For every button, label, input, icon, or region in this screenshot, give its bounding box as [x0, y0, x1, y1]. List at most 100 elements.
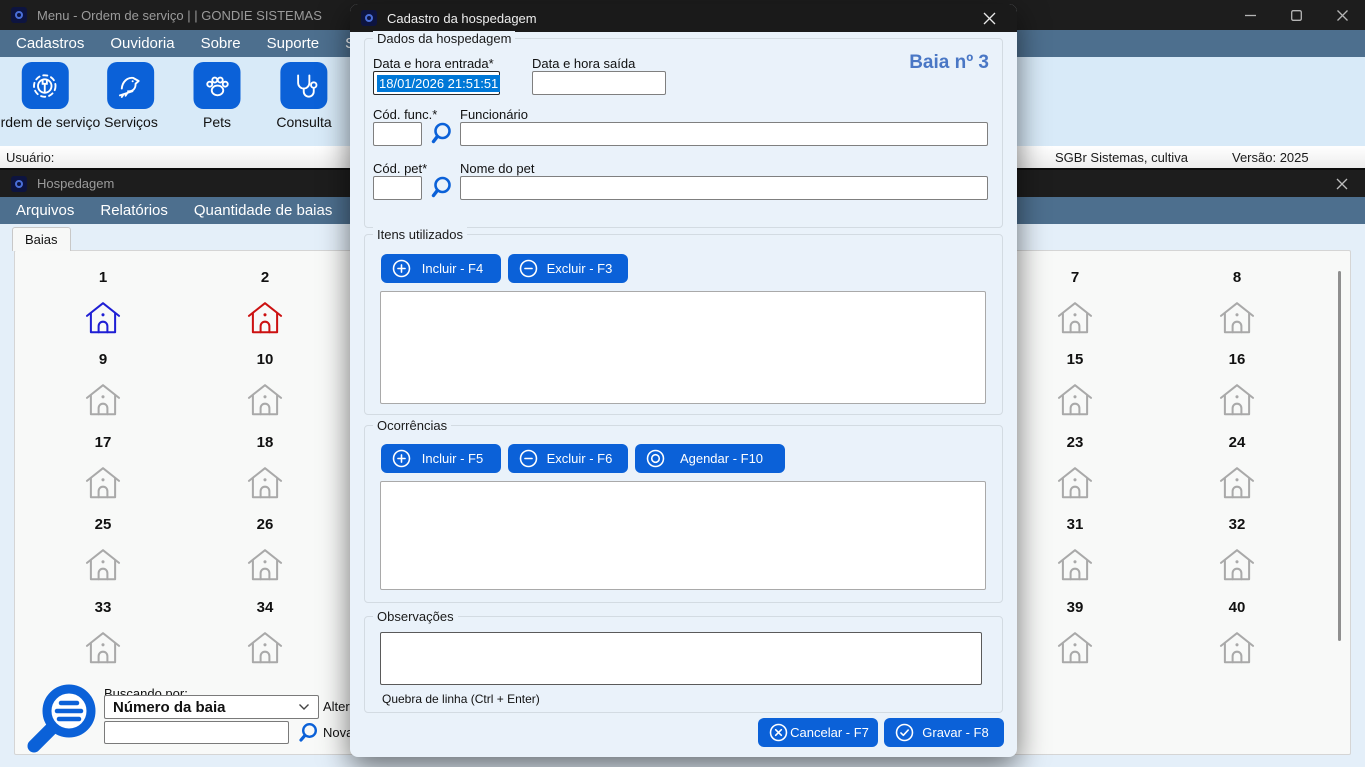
dialog-footer-buttons: Cancelar - F7 Gravar - F8: [758, 718, 1004, 747]
shortcut-consulta[interactable]: Consulta: [276, 62, 331, 130]
search-button[interactable]: [296, 721, 320, 745]
bay-39[interactable]: 39: [1019, 599, 1131, 681]
house-icon: [84, 382, 122, 418]
cod-pet-input[interactable]: [373, 176, 422, 200]
house-icon: [1056, 547, 1094, 583]
itens-listbox[interactable]: [380, 291, 986, 404]
bays-grid-left: 1 2 9 10 17 18 25 26 33 34: [47, 269, 321, 681]
bay-34[interactable]: 34: [209, 599, 321, 681]
funcionario-input[interactable]: [460, 122, 988, 146]
bay-40[interactable]: 40: [1181, 599, 1293, 681]
bay-number: 1: [99, 269, 107, 287]
house-icon: [1218, 547, 1256, 583]
bay-18[interactable]: 18: [209, 434, 321, 516]
bay-23[interactable]: 23: [1019, 434, 1131, 516]
magnifier-icon: [296, 721, 320, 745]
tab-baias[interactable]: Baias: [12, 227, 71, 251]
observacoes-textarea[interactable]: [380, 632, 982, 685]
menu-item-arquivos[interactable]: Arquivos: [3, 197, 87, 224]
house-icon: [1218, 465, 1256, 501]
bay-number: 9: [99, 351, 107, 369]
house-icon: [84, 630, 122, 666]
button-cancelar-f7[interactable]: Cancelar - F7: [758, 718, 878, 747]
saida-input[interactable]: [532, 71, 666, 95]
minus-circle-icon: [518, 448, 539, 469]
bay-8[interactable]: 8: [1181, 269, 1293, 351]
menu-item-quantidade-de-baias[interactable]: Quantidade de baias: [181, 197, 345, 224]
search-area: Buscando por: Número da baia Altera Nova: [15, 681, 365, 756]
window-controls: [1319, 170, 1365, 197]
entrada-input[interactable]: 18/01/2026 21:51:51: [373, 71, 500, 95]
hospedagem-title: Hospedagem: [37, 176, 114, 191]
house-icon: [1218, 300, 1256, 336]
dialog-titlebar: Cadastro da hospedagem: [350, 4, 1017, 32]
shortcut-ordem-de-servico[interactable]: Ordem de serviço: [0, 62, 100, 130]
bay-16[interactable]: 16: [1181, 351, 1293, 433]
bay-33[interactable]: 33: [47, 599, 159, 681]
baia-number-label: Baia nº 3: [909, 52, 989, 74]
shortcut-pets[interactable]: Pets: [194, 62, 241, 130]
search-input[interactable]: [104, 721, 289, 744]
house-icon: [246, 465, 284, 501]
bay-25[interactable]: 25: [47, 516, 159, 598]
group-dados-legend: Dados da hospedagem: [373, 31, 515, 46]
bay-15[interactable]: 15: [1019, 351, 1131, 433]
desktop: Menu - Ordem de serviço | | GONDIE SISTE…: [0, 0, 1365, 767]
plus-circle-icon: [391, 258, 412, 279]
minimize-icon[interactable]: [1227, 0, 1273, 30]
bay-26[interactable]: 26: [209, 516, 321, 598]
button-incluir-f5[interactable]: Incluir - F5: [381, 444, 501, 473]
bay-number: 24: [1229, 434, 1246, 452]
bay-number: 2: [261, 269, 269, 287]
cod-func-input[interactable]: [373, 122, 422, 146]
bay-number: 8: [1233, 269, 1241, 287]
vertical-scrollbar[interactable]: [1338, 271, 1341, 641]
maximize-icon[interactable]: [1273, 0, 1319, 30]
paw-icon: [194, 62, 241, 109]
chevron-down-icon: [298, 703, 310, 711]
bay-number: 31: [1067, 516, 1084, 534]
search-type-select[interactable]: Número da baia: [104, 695, 319, 719]
window-controls: [1227, 0, 1365, 30]
ocorrencias-listbox[interactable]: [380, 481, 986, 590]
plus-circle-icon: [391, 448, 412, 469]
button-label: Gravar - F8: [915, 725, 996, 740]
bay-9[interactable]: 9: [47, 351, 159, 433]
button-gravar-f8[interactable]: Gravar - F8: [884, 718, 1004, 747]
bay-1[interactable]: 1: [47, 269, 159, 351]
button-excluir-f3[interactable]: Excluir - F3: [508, 254, 628, 283]
button-label: Incluir - F5: [412, 451, 493, 466]
bays-grid-right: 7 8 15 16 23 24 31 32 39 40: [1019, 269, 1293, 681]
house-icon: [1218, 630, 1256, 666]
bay-number: 7: [1071, 269, 1079, 287]
button-excluir-f6[interactable]: Excluir - F6: [508, 444, 628, 473]
close-icon[interactable]: [1319, 170, 1365, 197]
menu-item-relatorios[interactable]: Relatórios: [87, 197, 181, 224]
bay-10[interactable]: 10: [209, 351, 321, 433]
bay-24[interactable]: 24: [1181, 434, 1293, 516]
button-incluir-f4[interactable]: Incluir - F4: [381, 254, 501, 283]
close-icon[interactable]: [969, 4, 1009, 32]
menu-item-sobre[interactable]: Sobre: [188, 30, 254, 57]
user-label: Usuário:: [6, 150, 54, 165]
bay-17[interactable]: 17: [47, 434, 159, 516]
shortcut-label: Pets: [194, 114, 241, 130]
search-funcionario-button[interactable]: [428, 121, 454, 147]
nome-pet-input[interactable]: [460, 176, 988, 200]
house-icon: [1056, 300, 1094, 336]
bay-31[interactable]: 31: [1019, 516, 1131, 598]
menu-item-ouvidoria[interactable]: Ouvidoria: [97, 30, 187, 57]
search-pet-button[interactable]: [428, 175, 454, 201]
bay-2[interactable]: 2: [209, 269, 321, 351]
stethoscope-icon: [280, 62, 327, 109]
bay-7[interactable]: 7: [1019, 269, 1131, 351]
bay-32[interactable]: 32: [1181, 516, 1293, 598]
button-agendar-f10[interactable]: Agendar - F10: [635, 444, 785, 473]
close-icon[interactable]: [1319, 0, 1365, 30]
menu-item-suporte[interactable]: Suporte: [254, 30, 333, 57]
shortcut-servicos[interactable]: Serviços: [104, 62, 158, 130]
button-label: Excluir - F6: [539, 451, 620, 466]
menu-item-cadastros[interactable]: Cadastros: [3, 30, 97, 57]
group-ocorrencias-legend: Ocorrências: [373, 418, 451, 433]
menu-window-title: Menu - Ordem de serviço | | GONDIE SISTE…: [37, 8, 322, 23]
